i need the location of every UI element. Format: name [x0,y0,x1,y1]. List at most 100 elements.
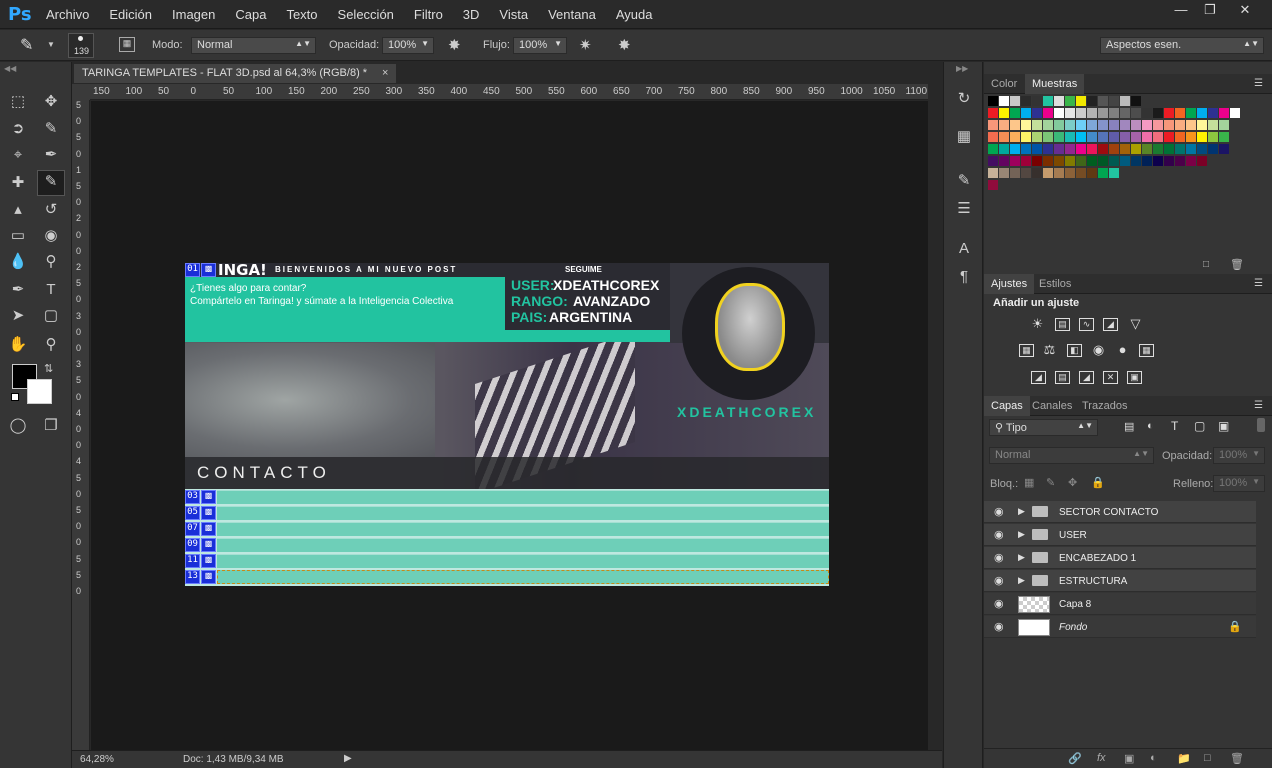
color-swatch[interactable] [1153,120,1163,130]
layer-style-icon[interactable]: fx [1097,752,1106,764]
color-swatch[interactable] [1164,144,1174,154]
color-swatch[interactable] [999,120,1009,130]
color-swatch[interactable] [1120,144,1130,154]
menu-filtro[interactable]: Filtro [414,7,443,22]
tool-preset-arrow-icon[interactable]: ▼ [47,40,55,49]
hand-tool-icon[interactable]: ✋ [7,334,29,356]
color-swatch[interactable] [1098,96,1108,106]
properties-icon[interactable]: ☰ [953,198,975,220]
color-swatch[interactable] [1197,144,1207,154]
color-swatch[interactable] [1087,120,1097,130]
color-swatch[interactable] [1142,156,1152,166]
expand-group-icon[interactable]: ▶ [1018,506,1025,517]
color-swatch[interactable] [1120,156,1130,166]
delete-layer-icon[interactable]: 🗑 [1230,752,1244,765]
selected-stripe[interactable] [217,570,829,584]
color-swatch[interactable] [1197,156,1207,166]
color-swatch[interactable] [1032,168,1042,178]
color-swatch[interactable] [1153,156,1163,166]
layer-row[interactable]: ◉ ▶ USER [984,524,1256,546]
color-swatch[interactable] [1043,96,1053,106]
color-swatch[interactable] [1164,156,1174,166]
color-swatch[interactable] [1032,144,1042,154]
tab-channels[interactable]: Canales [1032,400,1072,412]
color-swatch[interactable] [1065,168,1075,178]
color-swatch[interactable] [1131,108,1141,118]
color-swatch[interactable] [1109,96,1119,106]
clone-stamp-tool-icon[interactable]: ▴ [7,199,29,221]
color-swatch[interactable] [1076,168,1086,178]
menu-texto[interactable]: Texto [286,7,317,22]
color-swatch[interactable] [1120,132,1130,142]
color-swatch[interactable] [988,180,998,190]
color-swatch[interactable] [1076,132,1086,142]
lasso-tool-icon[interactable]: ➲ [7,118,29,140]
paragraph-panel-icon[interactable]: ¶ [953,266,975,288]
invert-icon[interactable]: ◢ [1031,371,1046,384]
menu-seleccion[interactable]: Selección [338,7,394,22]
color-swatch[interactable] [1021,120,1031,130]
collapse-strip-icon[interactable]: ▶▶ [956,64,968,73]
color-swatch[interactable] [1065,144,1075,154]
panel-menu-icon[interactable]: ☰ [1254,278,1263,289]
brush-panel-icon[interactable]: ▦ [119,37,135,52]
color-swatch[interactable] [1153,144,1163,154]
color-swatch[interactable] [1109,156,1119,166]
color-swatch[interactable] [1054,108,1064,118]
tab-paths[interactable]: Trazados [1082,400,1127,412]
color-swatch[interactable] [1109,132,1119,142]
color-swatch[interactable] [1175,120,1185,130]
black-white-icon[interactable]: ◧ [1067,344,1082,357]
color-balance-icon[interactable]: ⚖ [1042,343,1057,357]
healing-brush-tool-icon[interactable]: ✚ [7,172,29,194]
lock-all-icon[interactable]: 🔒 [1091,476,1105,489]
3d-panel-icon[interactable]: ▦ [953,126,975,148]
menu-vista[interactable]: Vista [499,7,528,22]
new-layer-icon[interactable]: □ [1204,752,1211,764]
dodge-tool-icon[interactable]: ⚲ [40,251,62,273]
color-swatch[interactable] [988,144,998,154]
menu-edicion[interactable]: Edición [109,7,152,22]
color-swatch[interactable] [1065,96,1075,106]
blend-mode-select[interactable]: Normal ▲▼ [989,447,1154,464]
layer-row[interactable]: ◉ ▶ ESTRUCTURA [984,570,1256,592]
visibility-eye-icon[interactable]: ◉ [994,528,1004,541]
tab-color[interactable]: Color [991,78,1017,90]
color-swatch[interactable] [1032,132,1042,142]
close-tab-icon[interactable]: × [382,67,388,79]
photo-filter-icon[interactable]: ◉ [1091,343,1106,357]
color-swatch[interactable] [1076,96,1086,106]
color-swatch[interactable] [988,168,998,178]
rectangle-tool-icon[interactable]: ▢ [40,305,62,327]
menu-3d[interactable]: 3D [463,7,480,22]
color-swatch[interactable] [1054,132,1064,142]
color-swatch[interactable] [1120,120,1130,130]
color-lookup-icon[interactable]: ▦ [1139,344,1154,357]
color-swatch[interactable] [1219,108,1229,118]
color-swatch[interactable] [1175,108,1185,118]
crop-tool-icon[interactable]: ⌖ [7,144,29,166]
tab-adjustments[interactable]: Ajustes [984,274,1035,294]
visibility-eye-icon[interactable]: ◉ [994,551,1004,564]
color-swatch[interactable] [999,168,1009,178]
pressure-size-icon[interactable]: ✸ [618,36,631,54]
color-swatch[interactable] [1197,132,1207,142]
color-swatch[interactable] [988,96,998,106]
new-swatch-icon[interactable]: □ [1203,259,1209,270]
color-swatch[interactable] [1142,120,1152,130]
color-swatch[interactable] [1208,132,1218,142]
color-swatch[interactable] [1142,108,1152,118]
tab-swatches[interactable]: Muestras [1025,74,1085,94]
color-swatch[interactable] [988,156,998,166]
color-swatch[interactable] [1120,96,1130,106]
color-swatch[interactable] [1087,156,1097,166]
move-tool-icon[interactable]: ✥ [40,91,62,113]
new-adjustment-icon[interactable]: ◐ [1150,752,1157,764]
exposure-icon[interactable]: ◢ [1103,318,1118,331]
selective-color-icon[interactable]: ✕ [1103,371,1118,384]
color-swatch[interactable] [1098,144,1108,154]
layer-row[interactable]: ◉ Capa 8 [984,593,1256,615]
tab-layers[interactable]: Capas [984,396,1030,416]
path-select-tool-icon[interactable]: ➤ [7,305,29,327]
filter-pixel-icon[interactable]: ▤ [1124,420,1134,433]
